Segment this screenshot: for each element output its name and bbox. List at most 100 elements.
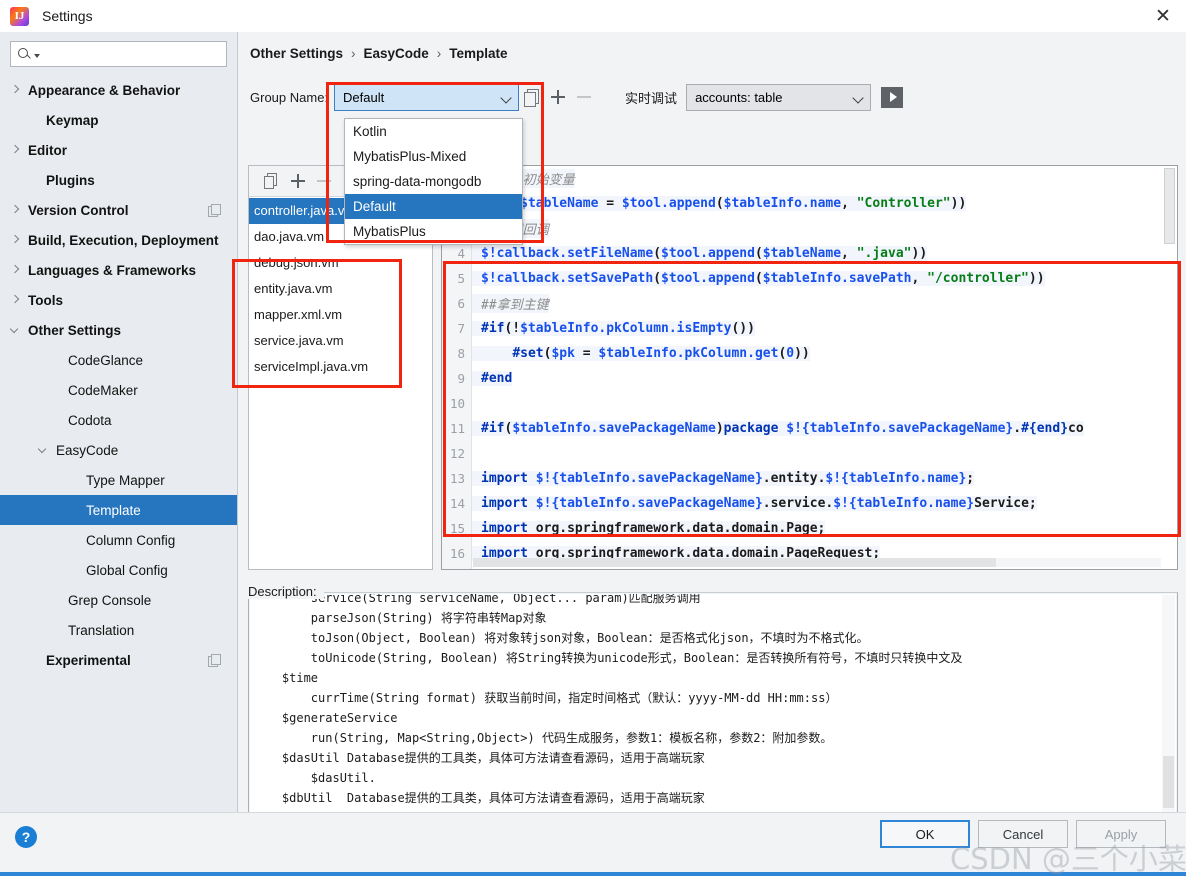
template-file-item[interactable]: serviceImpl.java.vm: [249, 354, 432, 380]
search-input[interactable]: [40, 46, 220, 62]
sidebar-item-translation[interactable]: Translation: [0, 615, 237, 645]
sidebar-item-tools[interactable]: Tools: [0, 285, 237, 315]
code-line: 15 import org.springframework.data.domain…: [442, 516, 1177, 541]
editor-vertical-scrollbar[interactable]: [1164, 168, 1175, 244]
group-name-value: Default: [343, 89, 385, 105]
window-title-bar: IJ Settings ✕: [0, 0, 1186, 32]
breadcrumb-part[interactable]: Template: [449, 46, 507, 61]
group-dropdown-option[interactable]: Kotlin: [345, 119, 522, 144]
breadcrumb-part[interactable]: EasyCode: [364, 46, 429, 61]
group-name-dropdown[interactable]: Default: [334, 83, 520, 111]
settings-tree: Appearance & Behavior Keymap Editor Plugins…: [0, 75, 237, 675]
breadcrumb: Other Settings › EasyCode › Template: [238, 32, 1186, 61]
sidebar-item-appearance-behavior[interactable]: Appearance & Behavior: [0, 75, 237, 105]
add-template-button[interactable]: [285, 169, 311, 193]
sidebar-item-column-config[interactable]: Column Config: [0, 525, 237, 555]
sidebar-item-other-settings[interactable]: Other Settings: [0, 315, 237, 345]
sidebar-item-type-mapper[interactable]: Type Mapper: [0, 465, 237, 495]
copy-group-icon[interactable]: [519, 85, 545, 109]
copy-template-icon[interactable]: [259, 169, 285, 193]
code-line: 2#set($tableName = $tool.append($tableIn…: [442, 191, 1177, 216]
sidebar-item-codota[interactable]: Codota: [0, 405, 237, 435]
description-vertical-scrollbar[interactable]: [1162, 595, 1175, 838]
dialog-footer: ? OK Cancel Apply: [0, 812, 1186, 876]
scrollbar-thumb[interactable]: [473, 558, 996, 567]
chevron-right-icon[interactable]: [10, 84, 22, 96]
sidebar-item-easycode[interactable]: EasyCode: [0, 435, 237, 465]
scrollbar-thumb[interactable]: [1163, 756, 1174, 808]
chevron-down-icon[interactable]: [10, 324, 22, 336]
code-line: 5 $!callback.setSavePath($tool.append($ta…: [442, 266, 1177, 291]
chevron-right-icon[interactable]: [10, 264, 22, 276]
sidebar-item-grep-console[interactable]: Grep Console: [0, 585, 237, 615]
group-dropdown-option[interactable]: MybatisPlus: [345, 219, 522, 244]
copy-settings-icon[interactable]: [208, 203, 221, 217]
code-editor[interactable]: 1##定义初始变量2#set($tableName = $tool.append…: [441, 165, 1178, 570]
copy-settings-icon[interactable]: [208, 653, 221, 667]
group-name-dropdown-list[interactable]: Kotlin MybatisPlus-Mixed spring-data-mongo…: [344, 118, 523, 245]
code-line-text: #set($pk = $tableInfo.pkColumn.get(0)): [472, 346, 810, 361]
chevron-down-icon[interactable]: [38, 444, 50, 456]
chevron-right-icon[interactable]: [10, 204, 22, 216]
chevron-down-icon: [852, 90, 866, 104]
add-group-button[interactable]: [545, 85, 571, 109]
code-line-text: #if($tableInfo.savePackageName)package $…: [472, 421, 1084, 436]
sidebar-item-languages-frameworks[interactable]: Languages & Frameworks: [0, 255, 237, 285]
chevron-right-icon[interactable]: [10, 294, 22, 306]
breadcrumb-separator: ›: [351, 46, 356, 61]
apply-button[interactable]: Apply: [1076, 820, 1166, 848]
line-number: 11: [449, 421, 465, 436]
line-number: 13: [449, 471, 465, 486]
template-file-item[interactable]: mapper.xml.vm: [249, 302, 432, 328]
debug-table-dropdown[interactable]: accounts: table: [686, 83, 872, 111]
group-dropdown-option[interactable]: Default: [345, 194, 522, 219]
remove-template-button[interactable]: [311, 169, 337, 193]
sidebar-item-global-config[interactable]: Global Config: [0, 555, 237, 585]
sidebar-item-keymap[interactable]: Keymap: [0, 105, 237, 135]
group-dropdown-option[interactable]: MybatisPlus-Mixed: [345, 144, 522, 169]
run-debug-button[interactable]: [881, 86, 904, 108]
debug-table-value: accounts: table: [695, 89, 783, 105]
editor-horizontal-scrollbar[interactable]: [473, 558, 1161, 567]
ok-button[interactable]: OK: [880, 820, 970, 848]
sidebar-item-experimental[interactable]: Experimental: [0, 645, 237, 675]
breadcrumb-separator: ›: [436, 46, 442, 61]
sidebar-item-label: EasyCode: [56, 442, 119, 458]
help-icon[interactable]: ?: [15, 826, 37, 848]
template-file-item[interactable]: entity.java.vm: [249, 276, 432, 302]
sidebar-item-build-execution-deployment[interactable]: Build, Execution, Deployment: [0, 225, 237, 255]
code-line-text: #set($tableName = $tool.append($tableInf…: [472, 196, 967, 211]
sidebar-item-label: Codota: [68, 412, 112, 428]
code-line: 14 import $!{tableInfo.savePackageName}.s…: [442, 491, 1177, 516]
template-file-item[interactable]: debug.json.vm: [249, 250, 432, 276]
chevron-right-icon[interactable]: [10, 234, 22, 246]
remove-group-button[interactable]: [571, 85, 597, 109]
breadcrumb-part[interactable]: Other Settings: [250, 46, 343, 61]
app-logo-icon: IJ: [10, 6, 29, 26]
sidebar-item-codeglance[interactable]: CodeGlance: [0, 345, 237, 375]
sidebar-item-version-control[interactable]: Version Control: [0, 195, 237, 225]
sidebar-item-label: CodeGlance: [68, 352, 144, 368]
sidebar-item-template[interactable]: Template: [0, 495, 237, 525]
template-file-item[interactable]: service.java.vm: [249, 328, 432, 354]
editor-code-lines: 1##定义初始变量2#set($tableName = $tool.append…: [442, 166, 1177, 566]
code-line-text: #if(!$tableInfo.pkColumn.isEmpty()): [472, 321, 755, 336]
close-icon[interactable]: ✕: [1140, 0, 1186, 32]
search-field[interactable]: [10, 41, 227, 67]
code-line-text: import $!{tableInfo.savePackageName}.ent…: [472, 471, 975, 486]
description-body: service(String serviceName, Object... pa…: [250, 594, 1176, 839]
group-dropdown-option[interactable]: spring-data-mongodb: [345, 169, 522, 194]
cancel-button[interactable]: Cancel: [978, 820, 1068, 848]
sidebar-item-codemaker[interactable]: CodeMaker: [0, 375, 237, 405]
sidebar-item-editor[interactable]: Editor: [0, 135, 237, 165]
sidebar-item-plugins[interactable]: Plugins: [0, 165, 237, 195]
chevron-right-icon[interactable]: [10, 144, 22, 156]
code-line-text: import $!{tableInfo.savePackageName}.ser…: [472, 496, 1037, 511]
code-line: 1##定义初始变量: [442, 166, 1177, 191]
